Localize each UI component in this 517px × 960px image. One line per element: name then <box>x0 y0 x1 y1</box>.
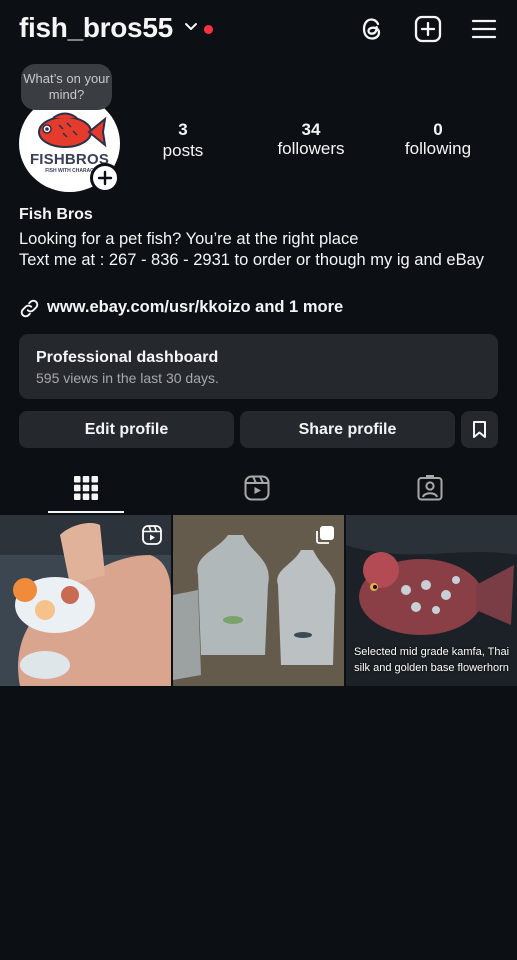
post-caption-overlay: Selected mid grade kamfa, Thai silk and … <box>353 646 510 674</box>
edit-profile-button[interactable]: Edit profile <box>19 411 234 448</box>
link-icon <box>20 299 39 318</box>
dashboard-title: Professional dashboard <box>36 349 219 366</box>
fish-logo-icon <box>38 112 107 148</box>
posts-count: 3 <box>178 120 188 139</box>
saved-button[interactable] <box>461 411 498 448</box>
share-profile-button[interactable]: Share profile <box>240 411 455 448</box>
threads-icon[interactable] <box>357 14 387 44</box>
following-label: following <box>404 139 472 158</box>
bookmark-icon <box>473 421 486 438</box>
reel-badge-icon <box>142 525 162 545</box>
bio-line-2: Text me at : 267 - 836 - 2931 to order o… <box>19 251 485 269</box>
chevron-down-icon[interactable] <box>184 22 198 32</box>
carousel-badge-icon <box>316 526 334 544</box>
post-tile-1[interactable] <box>0 515 171 686</box>
following-count: 0 <box>433 120 443 139</box>
post-tile-3[interactable]: Selected mid grade kamfa, Thai silk and … <box>346 515 517 686</box>
post-tile-2[interactable] <box>173 515 344 686</box>
following-stat[interactable]: 0 following <box>378 120 498 159</box>
notification-dot <box>204 25 213 34</box>
posts-label: posts <box>162 141 204 160</box>
plus-icon <box>97 170 113 186</box>
dashboard-subtitle: 595 views in the last 30 days. <box>36 370 219 386</box>
grid-icon[interactable] <box>73 475 99 501</box>
posts-stat[interactable]: 3 posts <box>123 120 243 161</box>
reels-icon[interactable] <box>244 475 270 501</box>
active-tab-indicator <box>48 511 124 513</box>
add-story-button[interactable] <box>90 163 120 193</box>
followers-label: followers <box>277 139 345 158</box>
followers-count: 34 <box>301 120 321 139</box>
profile-display-name: Fish Bros <box>19 206 93 223</box>
profile-username[interactable]: fish_bros55 <box>19 12 173 44</box>
plus-square-icon[interactable] <box>413 14 443 44</box>
professional-dashboard-card[interactable]: Professional dashboard 595 views in the … <box>19 334 498 399</box>
bio-line-1: Looking for a pet fish? You’re at the ri… <box>19 230 359 248</box>
followers-stat[interactable]: 34 followers <box>251 120 371 159</box>
note-bubble[interactable]: What’s on your mind? <box>21 64 112 110</box>
menu-icon[interactable] <box>469 14 499 44</box>
bio-text: Looking for a pet fish? You’re at the ri… <box>19 229 489 271</box>
bio-link[interactable]: www.ebay.com/usr/kkoizo and 1 more <box>47 298 343 317</box>
tagged-icon[interactable] <box>417 475 443 501</box>
